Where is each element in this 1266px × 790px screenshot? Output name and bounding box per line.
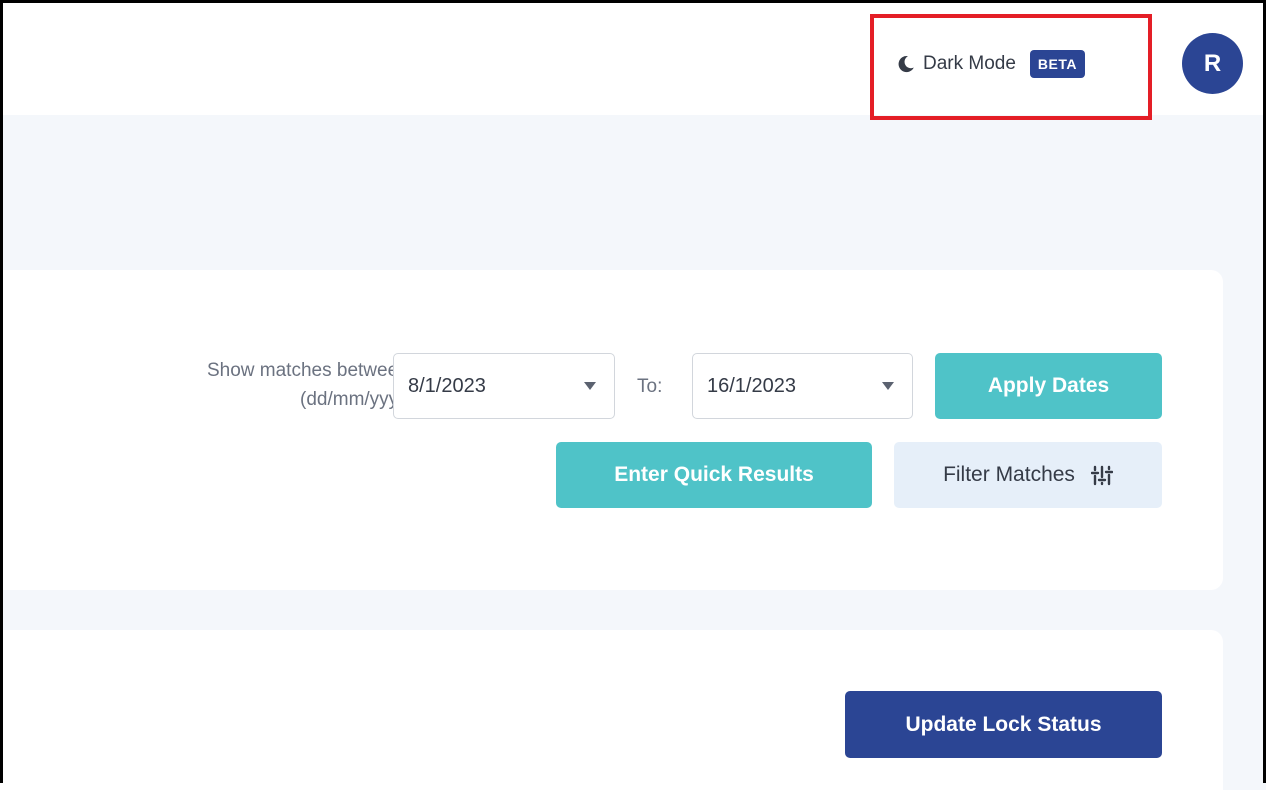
to-date-value: 16/1/2023 <box>707 374 796 397</box>
update-lock-status-button[interactable]: Update Lock Status <box>845 691 1162 758</box>
caret-down-icon <box>882 382 894 390</box>
filter-matches-label: Filter Matches <box>943 463 1075 486</box>
show-matches-label-line2: (dd/mm/yyyy) <box>300 389 414 410</box>
from-date-select[interactable]: 8/1/2023 <box>393 353 615 419</box>
avatar[interactable]: R <box>1182 33 1243 94</box>
enter-quick-results-button[interactable]: Enter Quick Results <box>556 442 872 508</box>
filter-matches-button[interactable]: Filter Matches <box>894 442 1162 508</box>
sliders-icon <box>1090 464 1114 486</box>
apply-dates-button[interactable]: Apply Dates <box>935 353 1162 419</box>
show-matches-label-line1: Show matches between: <box>206 360 414 381</box>
to-label: To: <box>637 376 663 397</box>
highlight-box <box>870 14 1152 120</box>
caret-down-icon <box>584 382 596 390</box>
from-date-value: 8/1/2023 <box>408 374 486 397</box>
show-matches-label: Show matches between: (dd/mm/yyyy) <box>207 356 414 414</box>
to-date-select[interactable]: 16/1/2023 <box>692 353 913 419</box>
filters-card <box>0 270 1223 590</box>
